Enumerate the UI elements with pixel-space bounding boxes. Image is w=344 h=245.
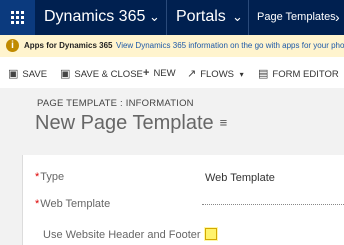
- floppy-disk-icon: ▣: [8, 68, 19, 80]
- web-template-lookup-field[interactable]: [202, 204, 344, 205]
- chevron-down-icon[interactable]: ⌄: [232, 9, 243, 25]
- save-label: SAVE: [22, 69, 48, 80]
- field-label-web-template: *Web Template: [35, 198, 110, 210]
- save-button[interactable]: ▣ SAVE: [8, 67, 47, 80]
- page-title: New Page Template ≡: [35, 112, 227, 135]
- type-field-value[interactable]: Web Template: [205, 172, 275, 184]
- floppy-disk-close-icon: ▣: [60, 68, 71, 80]
- command-bar: ▣ SAVE ▣ SAVE & CLOSE + NEW ↗ FLOWS ▾ ▤ FORM …: [0, 57, 344, 89]
- save-close-label: SAVE & CLOSE: [74, 69, 143, 80]
- banner-link[interactable]: View Dynamics 365 information on the go …: [116, 41, 344, 50]
- new-label: NEW: [153, 68, 176, 79]
- info-icon: i: [6, 39, 19, 52]
- area-menu-portals[interactable]: Portals: [176, 8, 226, 26]
- form-editor-button[interactable]: ▤ FORM EDITOR: [258, 67, 339, 80]
- field-label-type: *Type: [35, 171, 64, 183]
- app-launcher-button[interactable]: [0, 0, 35, 35]
- chevron-down-icon[interactable]: ⌄: [149, 9, 160, 25]
- required-marker: *: [35, 171, 40, 183]
- nav-divider: [166, 0, 167, 35]
- top-nav-bar: Dynamics 365 ⌄ Portals ⌄ Page Templates …: [0, 0, 344, 35]
- nav-divider: [248, 0, 249, 35]
- flows-button[interactable]: ↗ FLOWS ▾: [187, 67, 244, 80]
- flows-label: FLOWS: [200, 69, 234, 80]
- label-text: Type: [40, 171, 65, 183]
- breadcrumb-page-templates[interactable]: Page Templates: [257, 11, 336, 23]
- notification-banner: i Apps for Dynamics 365 View Dynamics 36…: [0, 35, 344, 57]
- record-menu-icon[interactable]: ≡: [220, 115, 228, 130]
- form-section-border: [22, 155, 23, 245]
- record-header: PAGE TEMPLATE : INFORMATION New Page Tem…: [0, 88, 344, 140]
- entity-form-label: PAGE TEMPLATE : INFORMATION: [37, 98, 194, 109]
- save-and-close-button[interactable]: ▣ SAVE & CLOSE: [60, 67, 143, 80]
- use-website-header-footer-checkbox[interactable]: [205, 228, 217, 240]
- waffle-icon: [11, 11, 24, 24]
- field-label-use-header-footer: Use Website Header and Footer: [43, 229, 201, 241]
- flow-icon: ↗: [187, 68, 197, 80]
- banner-title: Apps for Dynamics 365: [24, 41, 113, 50]
- chevron-down-icon: ▾: [239, 70, 244, 79]
- record-title: New Page Template: [35, 112, 214, 134]
- required-marker: *: [35, 198, 40, 210]
- app-title[interactable]: Dynamics 365: [44, 8, 145, 26]
- plus-icon: +: [143, 67, 150, 79]
- new-button[interactable]: + NEW: [143, 67, 176, 79]
- form-editor-icon: ▤: [258, 68, 269, 80]
- chevron-right-icon[interactable]: ›: [335, 9, 340, 25]
- label-text: Use Website Header and Footer: [43, 229, 201, 241]
- form-editor-label: FORM EDITOR: [272, 69, 339, 80]
- label-text: Web Template: [40, 198, 111, 210]
